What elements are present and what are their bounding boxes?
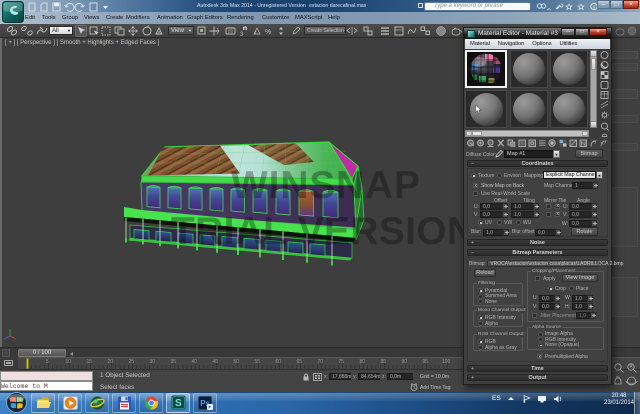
svg-text:%: % (265, 29, 271, 36)
svg-text:3: 3 (240, 32, 244, 38)
svg-text:S: S (175, 398, 182, 409)
